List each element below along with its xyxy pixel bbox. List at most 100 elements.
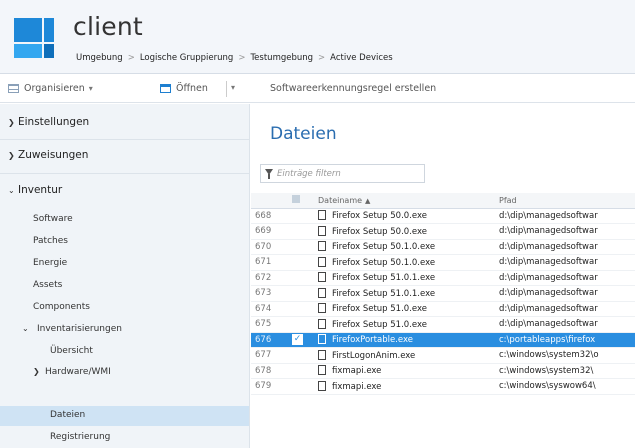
sidebar-item-label: Software: [33, 214, 73, 224]
breadcrumb-item[interactable]: Testumgebung: [250, 53, 313, 63]
row-filename: fixmapi.exe: [332, 366, 382, 377]
sidebar-item-assets[interactable]: Assets: [0, 276, 249, 296]
sidebar-item-inventories[interactable]: ⌄ Inventarisierungen: [0, 320, 249, 340]
sidebar-section-settings[interactable]: ❯ Einstellungen: [8, 116, 89, 128]
table-row[interactable]: 673 Firefox Setup 51.0.1.exe d:\dip\manage…: [251, 285, 635, 302]
row-select-cell[interactable]: [288, 316, 314, 333]
sidebar-section-inventory[interactable]: ⌄ Inventur: [8, 184, 62, 196]
row-select-cell[interactable]: [288, 208, 314, 224]
table-row[interactable]: 676 ✓ FirefoxPortable.exe c:\portableapps\f…: [251, 332, 635, 348]
chevron-right-icon: >: [238, 53, 246, 63]
table-row[interactable]: 679 fixmapi.exe c:\windows\syswow64\: [251, 378, 635, 395]
row-filename: FirefoxPortable.exe: [332, 335, 413, 346]
toolbar-divider: [226, 81, 227, 97]
table-row[interactable]: 668 Firefox Setup 50.0.exe d:\dip\manageds…: [251, 208, 635, 224]
chevron-down-icon: ▾: [231, 83, 236, 92]
create-detection-rule-button[interactable]: Softwareerkennungsregel erstellen: [270, 83, 436, 94]
sidebar-section-label: Zuweisungen: [18, 149, 89, 161]
open-button[interactable]: Öffnen: [160, 83, 208, 94]
file-icon: [318, 303, 326, 314]
files-table: Dateiname ▲ Pfad 668 Firefox Setup 50.0.ex…: [251, 193, 635, 395]
row-filename-cell: fixmapi.exe: [314, 378, 495, 395]
sidebar-item-hardware[interactable]: ❯ Hardware/WMI: [0, 363, 249, 383]
row-number: 674: [251, 301, 288, 317]
file-icon: [318, 365, 326, 376]
table-row[interactable]: 675 Firefox Setup 51.0.exe d:\dip\manageds…: [251, 316, 635, 333]
sidebar-item-software[interactable]: Software: [0, 210, 249, 230]
row-select-cell[interactable]: [288, 301, 314, 317]
sidebar-item-overview[interactable]: Übersicht: [0, 342, 249, 362]
row-select-cell[interactable]: [288, 285, 314, 302]
header-path[interactable]: Pfad: [495, 193, 635, 209]
table-row[interactable]: 677 FirstLogonAnim.exe c:\windows\system32…: [251, 347, 635, 364]
table-row[interactable]: 670 Firefox Setup 50.1.0.exe d:\dip\manage…: [251, 239, 635, 255]
chevron-right-icon: ❯: [33, 367, 40, 376]
row-path: d:\dip\managedsoftwar: [495, 223, 635, 240]
breadcrumb: Umgebung > Logische Gruppierung > Testumgebu…: [76, 53, 393, 63]
row-select-cell[interactable]: [288, 223, 314, 240]
file-icon: [318, 241, 326, 252]
filter-input[interactable]: [277, 167, 422, 180]
breadcrumb-item[interactable]: Logische Gruppierung: [140, 53, 233, 63]
sidebar-item-registry[interactable]: Registrierung: [0, 428, 249, 448]
sidebar-section-label: Einstellungen: [18, 116, 90, 128]
row-filename: Firefox Setup 51.0.1.exe: [332, 273, 436, 284]
table-row[interactable]: 678 fixmapi.exe c:\windows\system32\: [251, 363, 635, 379]
sidebar-item-patches[interactable]: Patches: [0, 232, 249, 252]
row-select-cell[interactable]: ✓: [288, 332, 314, 348]
row-select-cell[interactable]: [288, 378, 314, 395]
table-row[interactable]: 672 Firefox Setup 51.0.1.exe d:\dip\manage…: [251, 270, 635, 286]
row-select-cell[interactable]: [288, 270, 314, 286]
row-select-cell[interactable]: [288, 347, 314, 364]
divider: [0, 139, 249, 140]
checkmark-icon: ✓: [292, 334, 303, 346]
row-filename-cell: Firefox Setup 50.0.exe: [314, 223, 495, 240]
sidebar-item-components[interactable]: Components: [0, 298, 249, 318]
file-icon: [318, 210, 326, 221]
app-title: client: [73, 12, 143, 41]
filter-field[interactable]: [260, 164, 425, 183]
file-icon: [318, 318, 326, 329]
row-filename: Firefox Setup 51.0.1.exe: [332, 288, 436, 299]
organize-button[interactable]: Organisieren ▾: [8, 83, 93, 94]
sidebar-item-files[interactable]: Dateien: [0, 406, 249, 426]
header-select-all[interactable]: [288, 193, 314, 209]
row-filename-cell: Firefox Setup 50.0.exe: [314, 208, 495, 224]
sidebar-section-assignments[interactable]: ❯ Zuweisungen: [8, 149, 88, 161]
open-dropdown-button[interactable]: ▾: [231, 83, 235, 92]
row-path: d:\dip\managedsoftwar: [495, 316, 635, 333]
row-number: 671: [251, 254, 288, 271]
row-path: c:\windows\system32\: [495, 363, 635, 379]
sidebar-item-label: Patches: [33, 236, 68, 246]
file-icon: [318, 225, 326, 236]
file-icon: [318, 256, 326, 267]
header-number: [251, 193, 288, 209]
sidebar-item-label: Übersicht: [50, 346, 93, 356]
table-row[interactable]: 674 Firefox Setup 51.0.exe d:\dip\manageds…: [251, 301, 635, 317]
checkbox-icon: [292, 195, 300, 204]
row-select-cell[interactable]: [288, 363, 314, 379]
row-filename: Firefox Setup 50.0.exe: [332, 226, 427, 237]
row-filename: Firefox Setup 51.0.exe: [332, 319, 427, 330]
row-filename-cell: fixmapi.exe: [314, 363, 495, 379]
row-filename: Firefox Setup 50.0.exe: [332, 211, 427, 222]
row-select-cell[interactable]: [288, 254, 314, 271]
sidebar-section-label: Inventur: [18, 184, 63, 196]
sidebar-item-energy[interactable]: Energie: [0, 254, 249, 274]
app-logo: [14, 18, 54, 58]
row-number: 672: [251, 270, 288, 286]
chevron-down-icon: ⌄: [8, 186, 15, 195]
sidebar: ❯ Einstellungen ❯ Zuweisungen ⌄ Inventur So…: [0, 104, 250, 448]
sidebar-item-label: Registrierung: [50, 432, 111, 442]
row-filename-cell: Firefox Setup 51.0.1.exe: [314, 270, 495, 286]
row-select-cell[interactable]: [288, 239, 314, 255]
row-path: d:\dip\managedsoftwar: [495, 208, 635, 224]
breadcrumb-item[interactable]: Umgebung: [76, 53, 123, 63]
table-row[interactable]: 671 Firefox Setup 50.1.0.exe d:\dip\manage…: [251, 254, 635, 271]
row-filename: Firefox Setup 51.0.exe: [332, 304, 427, 315]
table-row[interactable]: 669 Firefox Setup 50.0.exe d:\dip\manageds…: [251, 223, 635, 240]
main-content: Dateien Dateiname▲ Pfad 668 Firefox Setup…: [251, 104, 635, 448]
sidebar-item-label: Energie: [33, 258, 68, 268]
header-filename[interactable]: Dateiname ▲: [314, 193, 495, 209]
breadcrumb-item[interactable]: Active Devices: [330, 53, 393, 63]
